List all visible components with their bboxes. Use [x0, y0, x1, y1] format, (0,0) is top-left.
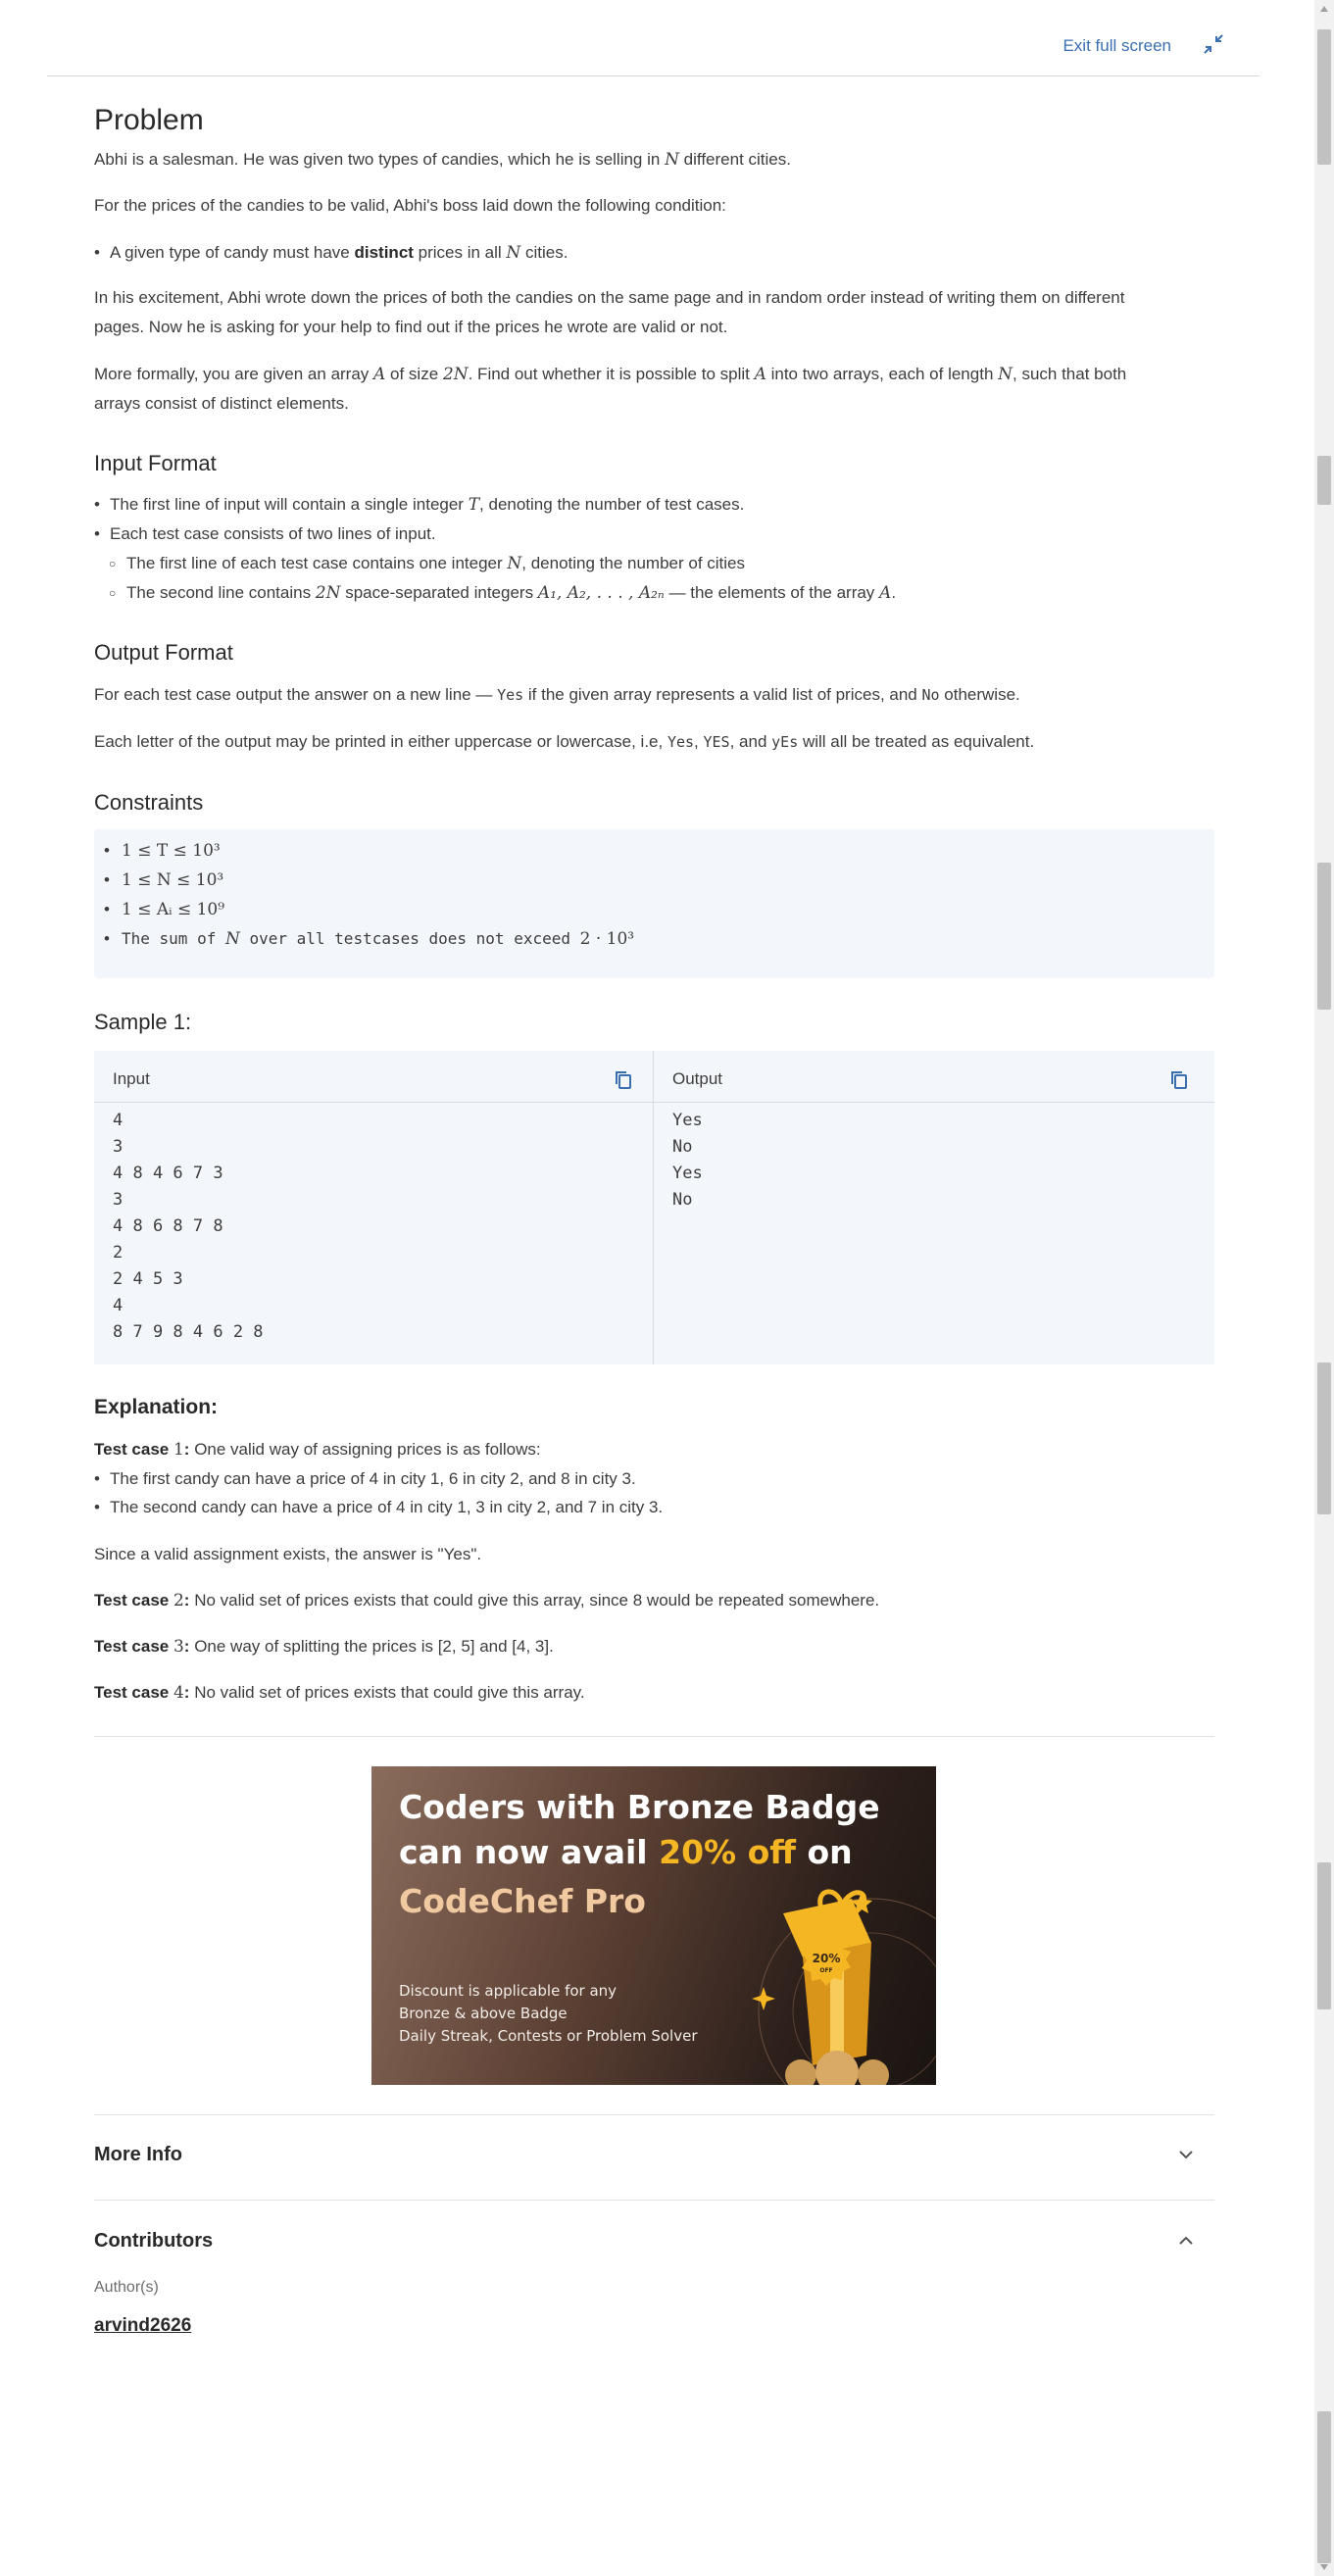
- output-format-title: Output Format: [94, 640, 233, 665]
- author-link[interactable]: arvind2626: [94, 2315, 191, 2337]
- scrollbar-marker: [1317, 1362, 1331, 1514]
- sample-input-text: 4 3 4 8 4 6 7 3 3 4 8 6 8 7 8 2 2 4 5 3 …: [113, 1111, 264, 1342]
- chevron-down-icon: [1179, 2151, 1193, 2159]
- sample-output-text: Yes No Yes No: [672, 1111, 703, 1210]
- constraint-3: 1 ≤ Aᵢ ≤ 10⁹: [104, 900, 224, 919]
- sample-output-label: Output: [672, 1069, 723, 1088]
- divider-before-banner: [94, 1736, 1214, 1737]
- more-info-title: More Info: [94, 2144, 182, 2165]
- problem-bullet: A given type of candy must have distinct…: [94, 238, 568, 268]
- problem-excitement-1: In his excitement, Abhi wrote down the p…: [94, 288, 1125, 307]
- scrollbar-thumb[interactable]: [1317, 29, 1331, 165]
- constraint-2: 1 ≤ N ≤ 10³: [104, 870, 223, 890]
- scrollbar-marker: [1317, 863, 1331, 1010]
- constraints-title: Constraints: [94, 790, 204, 815]
- copy-input-icon[interactable]: [615, 1070, 632, 1090]
- author-label: Author(s): [94, 2279, 159, 2296]
- discount-badge: 20% OFF: [802, 1936, 851, 1986]
- chevron-up-icon: [1179, 2236, 1193, 2245]
- exit-fullscreen-link[interactable]: Exit full screen: [1062, 36, 1171, 56]
- explanation-title: Explanation:: [94, 1396, 219, 1418]
- constraint-4: The sum of N over all testcases does not…: [104, 929, 634, 949]
- scrollbar-marker: [1317, 2411, 1331, 2563]
- scrollbar-marker: [1317, 1862, 1331, 2009]
- badge-off: OFF: [819, 1967, 832, 1974]
- explanation-bullet-2: The second candy can have a price of 4 i…: [94, 1493, 663, 1522]
- page-scrollbar[interactable]: [1314, 0, 1334, 2576]
- problem-title: Problem: [94, 104, 204, 136]
- explanation-since: Since a valid assignment exists, the ans…: [94, 1545, 482, 1563]
- output-line-1: For each test case output the answer on …: [94, 685, 1020, 704]
- problem-intro: Abhi is a salesman. He was given two typ…: [94, 150, 791, 170]
- input-line-3: The first line of each test case contain…: [109, 549, 745, 578]
- sample-header-rule: [94, 1102, 1214, 1103]
- sample-box: Input Output 4 3 4 8 4 6 7 3 3 4 8 6 8 7…: [94, 1051, 1214, 1364]
- explanation-bullet-1: The first candy can have a price of 4 in…: [94, 1464, 636, 1494]
- banner-line-3: CodeChef Pro: [399, 1882, 646, 1920]
- banner-line-2: can now avail 20% off on: [399, 1833, 853, 1871]
- output-line-2: Each letter of the output may be printed…: [94, 732, 1035, 751]
- minimize-icon[interactable]: [1203, 33, 1224, 55]
- explanation-tc4: Test case 4: No valid set of prices exis…: [94, 1683, 585, 1703]
- problem-formal-2: arrays consist of distinct elements.: [94, 394, 349, 413]
- divider-before-more-info: [94, 2114, 1214, 2115]
- contributors-toggle[interactable]: Contributors: [94, 2213, 1214, 2272]
- badge-percent: 20%: [813, 1952, 841, 1965]
- contributors-title: Contributors: [94, 2230, 214, 2252]
- problem-formal-1: More formally, you are given an array A …: [94, 365, 1127, 384]
- constraints-box: 1 ≤ T ≤ 10³ 1 ≤ N ≤ 10³ 1 ≤ Aᵢ ≤ 10⁹ The…: [94, 829, 1214, 978]
- fullscreen-bar: Exit full screen: [47, 0, 1260, 76]
- banner-line-1: Coders with Bronze Badge: [399, 1788, 880, 1826]
- banner-small-text: Discount is applicable for any Bronze & …: [399, 1982, 698, 2045]
- problem-excitement-2: pages. Now he is asking for your help to…: [94, 318, 728, 336]
- input-line-4: The second line contains 2N space-separa…: [109, 578, 896, 608]
- promo-banner[interactable]: Coders with Bronze Badge can now avail 2…: [371, 1766, 936, 2085]
- divider-before-contributors: [94, 2200, 1214, 2201]
- sample-title: Sample 1:: [94, 1010, 192, 1034]
- sample-divider: [653, 1051, 654, 1364]
- more-info-toggle[interactable]: More Info: [94, 2127, 1214, 2186]
- input-line-2: Each test case consists of two lines of …: [94, 520, 436, 549]
- input-format-title: Input Format: [94, 451, 217, 475]
- problem-condition: For the prices of the candies to be vali…: [94, 196, 726, 215]
- sample-input-label: Input: [113, 1069, 150, 1088]
- explanation-tc2: Test case 2: No valid set of prices exis…: [94, 1591, 880, 1610]
- explanation-tc1: Test case 1: One valid way of assigning …: [94, 1440, 541, 1460]
- copy-output-icon[interactable]: [1170, 1070, 1188, 1090]
- input-line-1: The first line of input will contain a s…: [94, 490, 744, 520]
- scrollbar-marker: [1317, 456, 1331, 505]
- scroll-up-arrow[interactable]: [1320, 6, 1328, 12]
- constraint-1: 1 ≤ T ≤ 10³: [104, 841, 221, 861]
- explanation-tc3: Test case 3: One way of splitting the pr…: [94, 1637, 554, 1657]
- scroll-down-arrow[interactable]: [1320, 2564, 1328, 2570]
